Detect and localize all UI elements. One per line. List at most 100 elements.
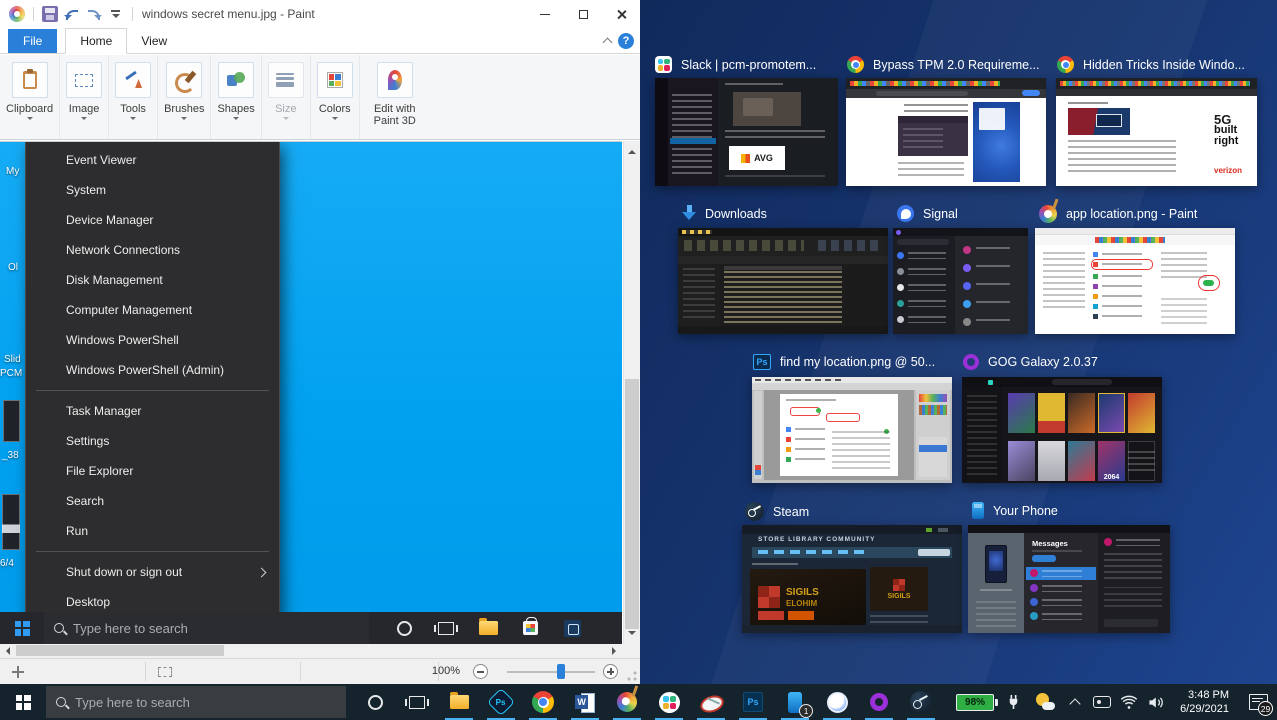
taskbar-clock[interactable]: 3:48 PM 6/29/2021 [1180,688,1229,716]
menu-item-task-manager[interactable]: Task Manager [26,396,279,426]
thumbnail-your-phone[interactable]: Messages [968,525,1170,633]
taskbar-search-input[interactable] [75,695,275,710]
menu-item-windows-powershell-admin[interactable]: Windows PowerShell (Admin) [26,355,279,385]
tray-expand-button[interactable] [1062,684,1088,720]
scroll-right-arrow[interactable] [612,647,620,655]
taskview-window-hidden-tricks[interactable]: Hidden Tricks Inside Windo... [1057,56,1245,73]
collapse-ribbon-icon[interactable] [603,38,613,48]
group-label: Colors [319,103,351,115]
thumbnail-bypass-tpm[interactable] [846,78,1046,186]
close-button[interactable] [602,0,640,28]
thumbnail-slack[interactable]: AVG [655,78,838,186]
scroll-up-arrow[interactable] [628,146,636,154]
task-view-button[interactable] [396,684,438,720]
maximize-button[interactable] [564,0,602,28]
thumbnail-signal[interactable] [893,228,1028,334]
taskbar-search-box[interactable] [46,686,346,718]
ribbon-group-tools[interactable]: Tools [109,55,158,139]
weather-widget[interactable] [1028,684,1062,720]
ribbon-group-brushes[interactable]: Brushes [158,55,211,139]
taskbar-gog-galaxy[interactable] [858,684,900,720]
tray-device-button[interactable] [1088,684,1116,720]
tab-view[interactable]: View [127,29,181,53]
taskview-window-steam[interactable]: Steam [745,502,809,521]
save-icon[interactable] [42,6,58,22]
thumbnail-find-my-location[interactable] [752,377,952,483]
taskview-window-your-phone[interactable]: Your Phone [972,502,1058,519]
ribbon-group-shapes[interactable]: Shapes [211,55,261,139]
paint-canvas[interactable]: My Ol Slid PCM _38 6/4 Event Viewer Syst… [0,141,622,644]
menu-item-computer-management[interactable]: Computer Management [26,295,279,325]
menu-item-shutdown[interactable]: Shut down or sign out [26,557,279,587]
menu-item-system[interactable]: System [26,175,279,205]
zoom-in-button[interactable] [603,664,618,679]
taskbar-file-explorer[interactable] [438,684,480,720]
taskbar-slack[interactable] [648,684,690,720]
colors-icon [317,62,353,98]
menu-item-search[interactable]: Search [26,486,279,516]
edit-with-paint3d-button[interactable]: Edit with Paint 3D [360,55,430,139]
action-center-button[interactable]: 29 [1239,684,1277,720]
taskview-window-bypass-tpm[interactable]: Bypass TPM 2.0 Requireme... [847,56,1040,73]
scroll-left-arrow[interactable] [2,647,10,655]
ribbon-group-image[interactable]: Image [60,55,109,139]
thumbnail-downloads[interactable] [678,228,888,334]
gog-galaxy-icon [963,354,979,370]
file-explorer-icon [450,695,469,709]
thumbnail-app-location-paint[interactable] [1035,228,1235,334]
tab-home[interactable]: Home [65,28,127,54]
help-icon[interactable]: ? [618,33,634,49]
minimize-button[interactable] [526,0,564,28]
thumbnail-hidden-tricks[interactable]: 5G built right verizon [1056,78,1257,186]
undo-icon[interactable] [64,6,80,22]
menu-item-windows-powershell[interactable]: Windows PowerShell [26,325,279,355]
battery-widget[interactable]: 98% [956,694,998,711]
zoom-slider-thumb[interactable] [557,664,565,679]
horizontal-scroll-thumb[interactable] [16,645,224,656]
scroll-down-arrow[interactable] [628,631,636,639]
taskbar-photoshop-express[interactable]: Ps [480,684,522,720]
redo-icon[interactable] [86,6,102,22]
taskview-window-downloads[interactable]: Downloads [682,205,767,222]
quick-access-dropdown-icon[interactable] [108,6,124,22]
taskbar-photoshop[interactable]: Ps [732,684,774,720]
vertical-scrollbar[interactable] [623,141,640,644]
taskbar-snipping-tool[interactable] [690,684,732,720]
tab-file[interactable]: File [8,29,57,53]
zoom-slider-track[interactable] [507,671,595,673]
taskview-window-signal[interactable]: Signal [897,205,958,222]
ribbon-group-clipboard[interactable]: Clipboard [0,55,60,139]
network-button[interactable] [1116,684,1142,720]
taskview-window-gog-galaxy[interactable]: GOG Galaxy 2.0.37 [963,354,1098,370]
thumbnail-steam[interactable]: STORE LIBRARY COMMUNITY SIGILS ELOHIM SI… [742,525,962,633]
taskview-window-slack[interactable]: Slack | pcm-promotem... [655,56,816,73]
volume-button[interactable] [1142,684,1170,720]
downloads-icon [682,205,696,222]
menu-item-run[interactable]: Run [26,516,279,546]
desktop-icon-thumbnail [3,400,20,442]
thumbnail-gog-galaxy[interactable]: 2064 [962,377,1162,483]
taskview-window-app-location[interactable]: app location.png - Paint [1039,205,1197,223]
menu-item-file-explorer[interactable]: File Explorer [26,456,279,486]
menu-item-settings[interactable]: Settings [26,426,279,456]
horizontal-scrollbar[interactable] [0,644,622,658]
menu-item-disk-management[interactable]: Disk Management [26,265,279,295]
menu-item-event-viewer[interactable]: Event Viewer [26,145,279,175]
taskbar-your-phone[interactable]: 1 [774,684,816,720]
taskbar-signal[interactable] [816,684,858,720]
taskbar-word[interactable]: W [564,684,606,720]
taskbar-steam[interactable] [900,684,942,720]
cursor-position-icon [12,666,24,678]
taskbar-chrome[interactable] [522,684,564,720]
vertical-scroll-thumb[interactable] [625,379,639,629]
zoom-out-button[interactable] [473,664,488,679]
taskview-window-find-my-location[interactable]: Ps find my location.png @ 50... [753,354,935,370]
ribbon-group-colors[interactable]: Colors [311,55,360,139]
cortana-button[interactable] [354,684,396,720]
menu-item-network-connections[interactable]: Network Connections [26,235,279,265]
resize-grip[interactable] [627,671,637,681]
start-button[interactable] [0,684,46,720]
close-icon [616,9,627,20]
taskbar-paint[interactable] [606,684,648,720]
menu-item-device-manager[interactable]: Device Manager [26,205,279,235]
